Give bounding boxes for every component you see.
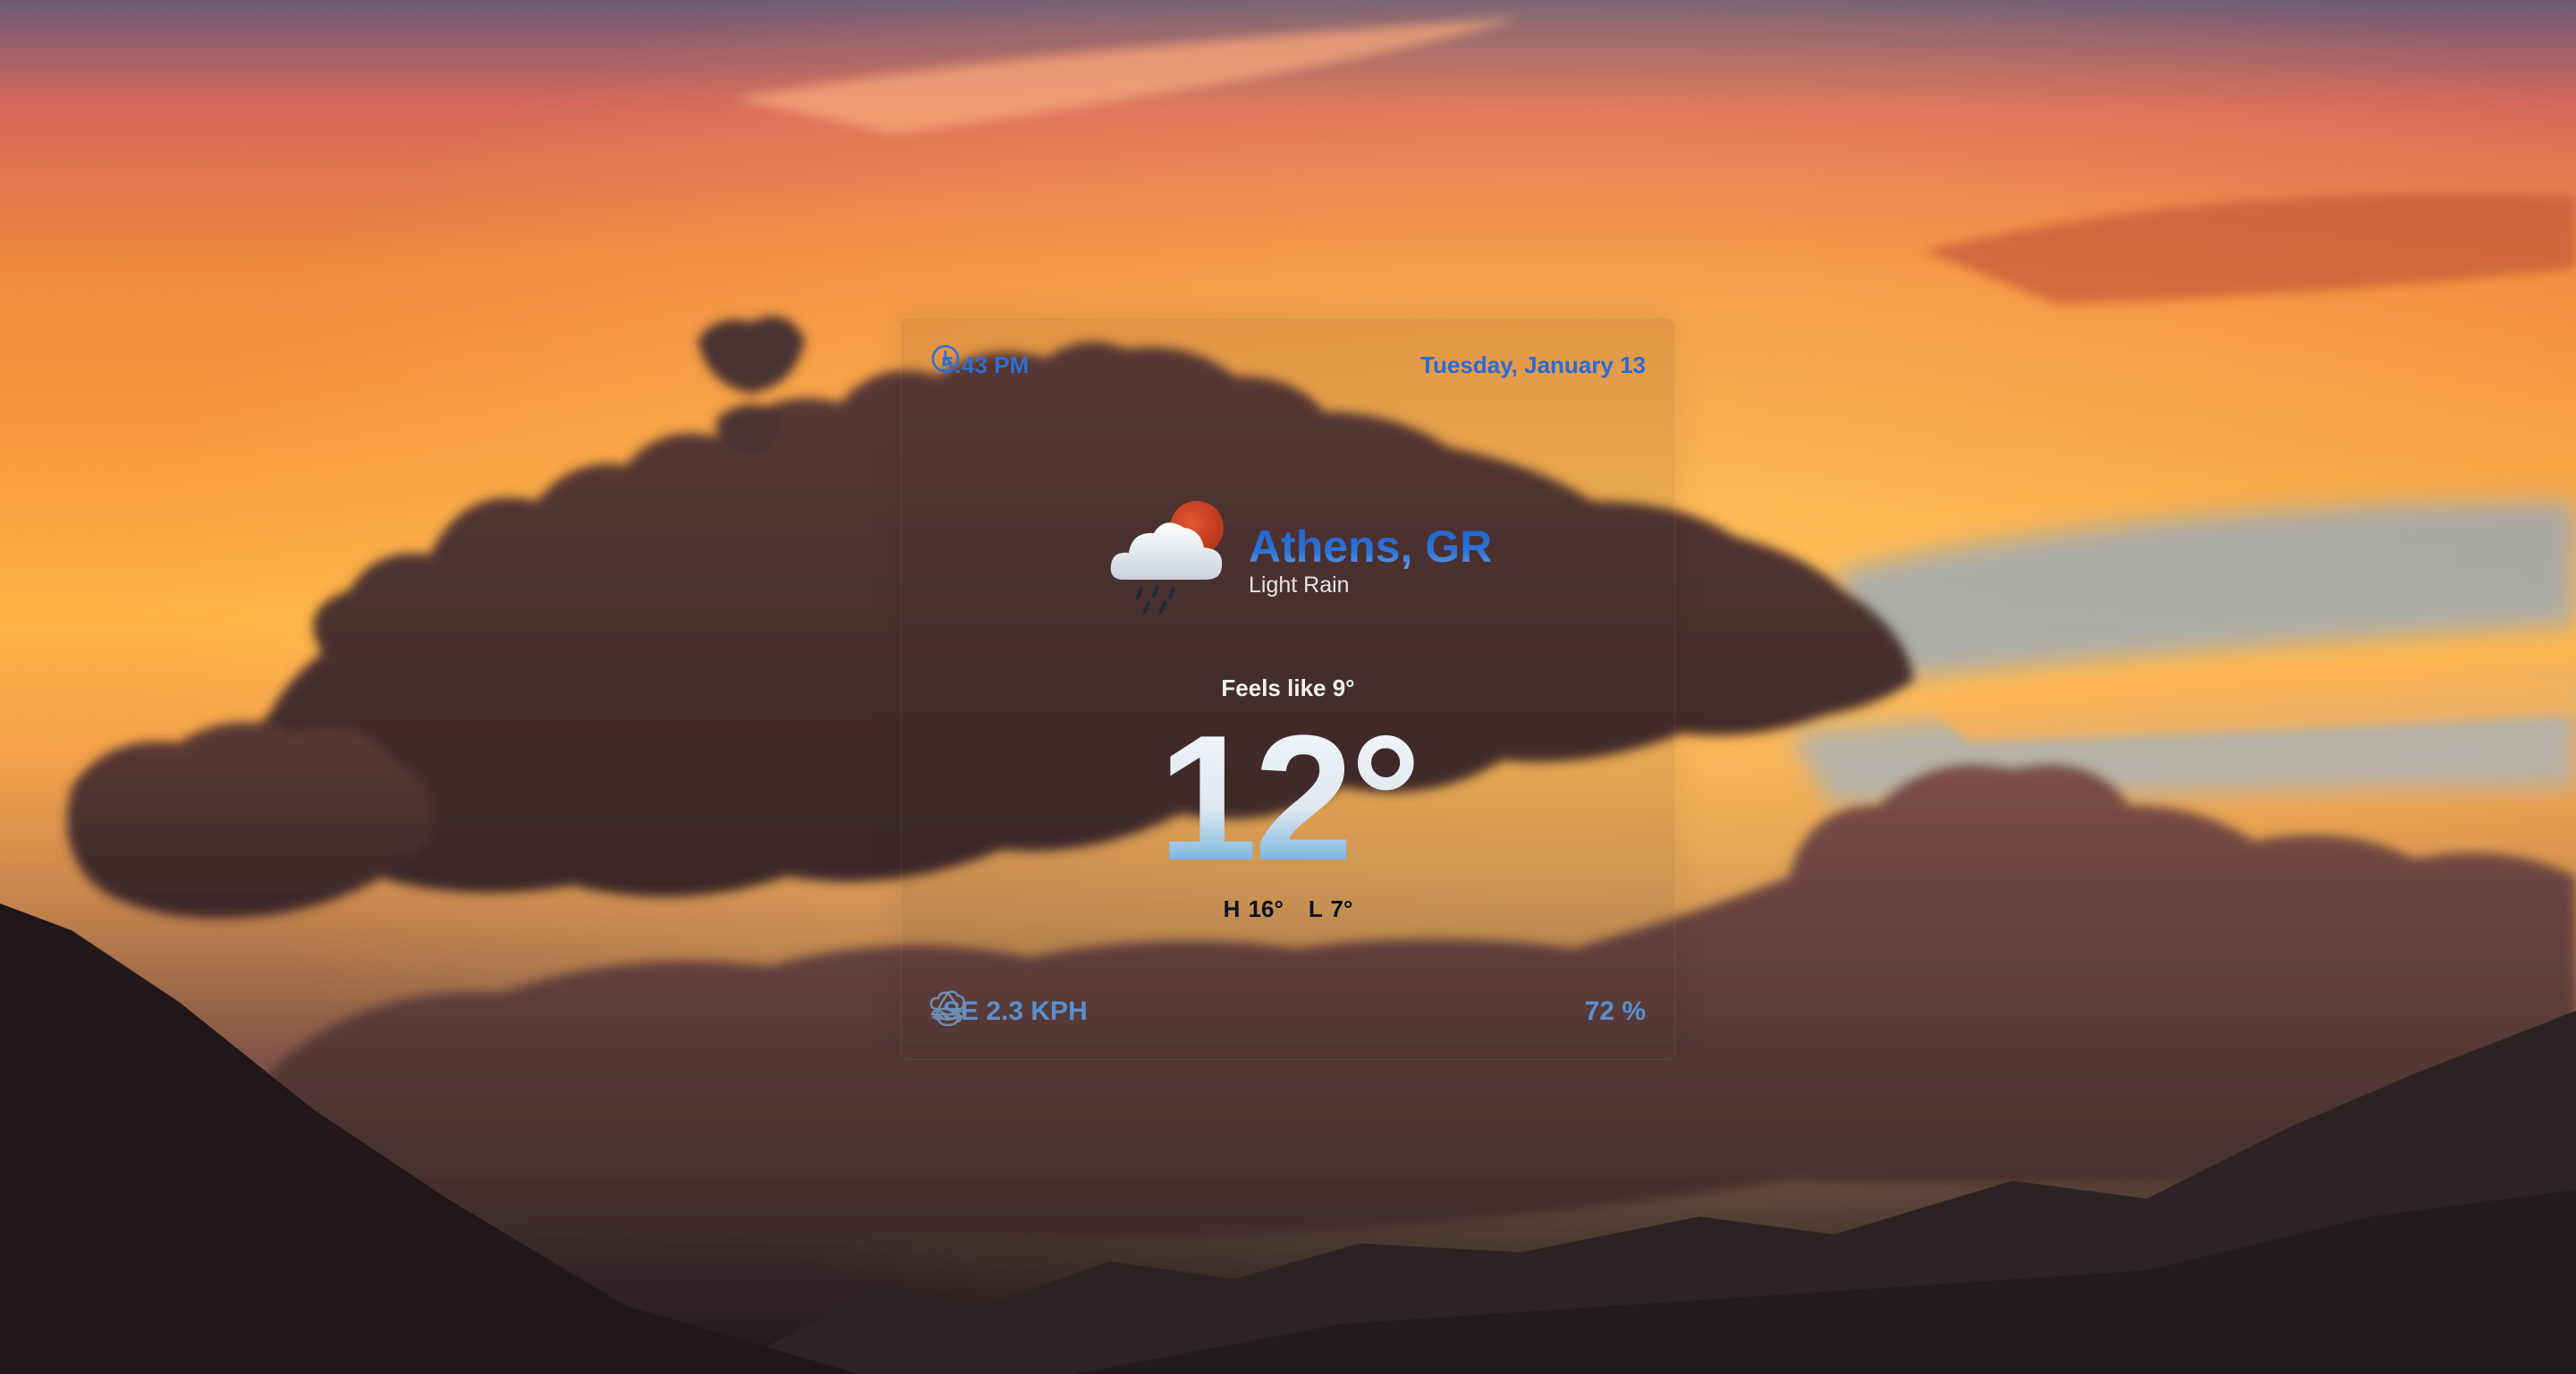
time-display: 5:43 PM	[930, 344, 1029, 379]
card-header: 5:43 PM Tuesday, January 13	[930, 344, 1646, 386]
current-date: Tuesday, January 13	[1420, 351, 1646, 378]
cloud-rain-sun-icon	[1106, 497, 1236, 623]
location-text: Athens, GR Light Rain	[1249, 522, 1492, 598]
humidity-stat: 72 %	[931, 990, 1646, 1027]
humidity-value: 72 %	[1584, 997, 1646, 1026]
weather-card: 5:43 PM Tuesday, January 13 Athens, GR L…	[901, 318, 1675, 1060]
low-temp: L 7°	[1308, 895, 1353, 922]
high-temp: H 16°	[1223, 895, 1284, 922]
current-temperature: 12°	[902, 705, 1674, 893]
high-low: H 16° L 7°	[902, 895, 1674, 923]
sunset-background: 5:43 PM Tuesday, January 13 Athens, GR L…	[0, 0, 2576, 1374]
card-footer: SE 2.3 KPH 72 %	[928, 989, 1646, 1034]
location-block: Athens, GR Light Rain	[1106, 497, 1492, 623]
weather-condition: Light Rain	[1249, 572, 1350, 598]
city-name: Athens, GR	[1249, 522, 1493, 572]
